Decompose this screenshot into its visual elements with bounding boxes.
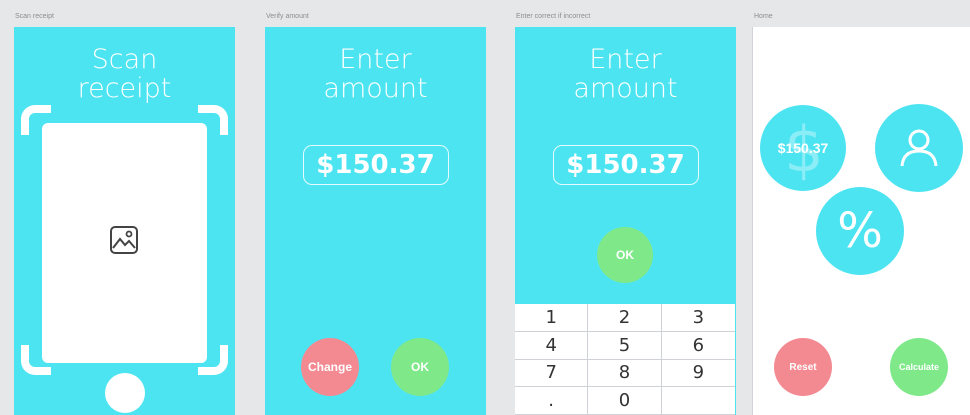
key-1[interactable]: 1 <box>515 304 589 332</box>
key-0[interactable]: 0 <box>588 387 662 415</box>
enter-title-line1: Enter <box>589 44 662 75</box>
key-9[interactable]: 9 <box>661 360 735 388</box>
capture-button[interactable] <box>105 373 145 413</box>
scan-title-line2: receipt <box>77 73 172 104</box>
amount-circle-button[interactable]: $ $150.37 <box>760 105 846 191</box>
person-icon <box>900 129 938 167</box>
reset-button[interactable]: Reset <box>774 338 832 396</box>
scan-title-line1: Scan <box>91 44 158 75</box>
key-6[interactable]: 6 <box>661 332 735 360</box>
key-decimal[interactable]: . <box>515 387 589 415</box>
ok-button[interactable]: OK <box>391 338 449 396</box>
key-2[interactable]: 2 <box>588 304 662 332</box>
key-3[interactable]: 3 <box>661 304 735 332</box>
caption-home: Home <box>754 13 773 20</box>
caption-enter-correct: Enter correct if incorrect <box>516 13 591 20</box>
percent-symbol: % <box>837 203 883 259</box>
home-amount-label: $150.37 <box>777 140 829 156</box>
tip-percent-circle-button[interactable]: % <box>816 187 904 275</box>
image-icon <box>110 226 138 254</box>
receipt-preview <box>42 123 207 363</box>
caption-scan-receipt: Scan receipt <box>15 13 54 20</box>
numeric-keypad: 1 2 3 4 5 6 7 8 9 . 0 <box>515 304 735 415</box>
key-4[interactable]: 4 <box>515 331 589 360</box>
ok-button[interactable]: OK <box>597 227 653 283</box>
calculate-button[interactable]: Calculate <box>890 338 948 396</box>
people-circle-button[interactable] <box>875 104 963 192</box>
enter-amount-screen: Enter amount $150.37 OK 1 2 3 4 5 6 7 8 … <box>515 27 736 415</box>
caption-verify-amount: Verify amount <box>266 13 309 20</box>
verify-amount-screen: Enter amount $150.37 Change OK <box>265 27 486 415</box>
verify-title-line1: Enter <box>339 44 412 75</box>
change-button[interactable]: Change <box>301 338 359 396</box>
enter-title-line2: amount <box>573 73 678 104</box>
key-7[interactable]: 7 <box>515 359 589 388</box>
key-5[interactable]: 5 <box>588 331 662 360</box>
home-screen: $ $150.37 % Reset Calculate <box>752 27 970 415</box>
amount-input[interactable]: $150.37 <box>552 145 699 185</box>
amount-display: $150.37 <box>302 145 449 185</box>
key-8[interactable]: 8 <box>588 359 662 388</box>
key-empty <box>661 387 735 415</box>
verify-title-line2: amount <box>323 73 428 104</box>
scan-receipt-screen: Scan receipt <box>14 27 235 415</box>
